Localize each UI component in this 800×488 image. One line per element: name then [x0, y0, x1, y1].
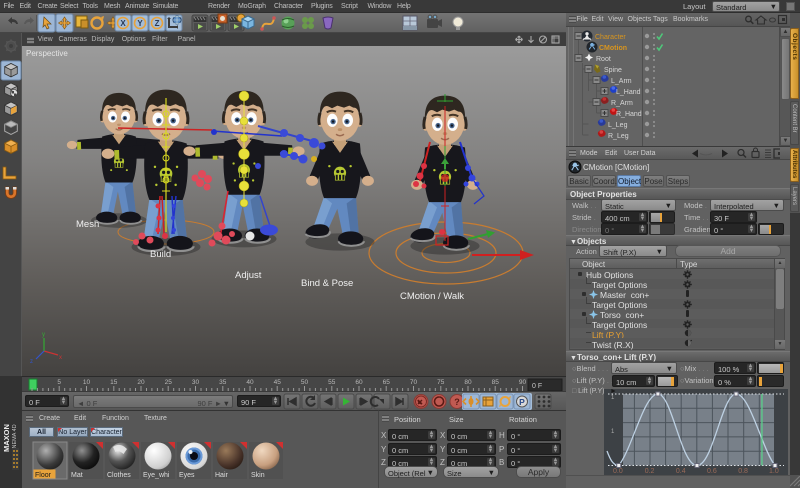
svg-text:R_Leg: R_Leg	[608, 133, 629, 140]
svg-text:0.8: 0.8	[738, 468, 748, 475]
svg-text:Character: Character	[595, 34, 626, 41]
svg-text:P: P	[519, 397, 525, 407]
svg-text:Y: Y	[137, 19, 143, 28]
svg-text:Build: Build	[150, 249, 171, 260]
svg-text:0.4: 0.4	[676, 468, 686, 475]
svg-text:5: 5	[57, 379, 61, 386]
svg-text:20: 20	[137, 379, 145, 386]
svg-text:60: 60	[355, 379, 363, 386]
svg-text:L_Arm: L_Arm	[611, 78, 632, 85]
svg-text:90: 90	[519, 379, 527, 386]
svg-text:x: x	[59, 355, 62, 361]
svg-text:30: 30	[192, 379, 200, 386]
svg-text:40: 40	[246, 379, 254, 386]
svg-text:Eyes: Eyes	[179, 472, 195, 479]
svg-text:Hair: Hair	[215, 472, 229, 479]
svg-text:MAXON: MAXON	[2, 424, 11, 452]
svg-text:Perspective: Perspective	[26, 49, 68, 58]
svg-text:0.2: 0.2	[645, 468, 655, 475]
svg-text:Adjust: Adjust	[235, 270, 262, 281]
svg-text:Spine: Spine	[604, 67, 622, 74]
svg-text:Root: Root	[596, 56, 611, 63]
svg-text:Skin: Skin	[251, 472, 265, 479]
svg-text:25: 25	[165, 379, 173, 386]
svg-text:R_Hand: R_Hand	[616, 111, 642, 118]
svg-text:CMotion: CMotion	[599, 45, 627, 52]
svg-text:50: 50	[301, 379, 309, 386]
svg-text:0.6: 0.6	[707, 468, 717, 475]
svg-text:Mat: Mat	[71, 472, 83, 479]
svg-text:80: 80	[464, 379, 472, 386]
svg-text:35: 35	[219, 379, 227, 386]
svg-text:1.0: 1.0	[769, 468, 779, 475]
svg-text:L_Hand: L_Hand	[616, 89, 641, 96]
svg-text:y: y	[42, 332, 45, 338]
svg-text:Clothes: Clothes	[107, 472, 131, 479]
svg-text:15: 15	[110, 379, 118, 386]
svg-text:0 F: 0 F	[532, 383, 542, 390]
svg-text:CMotion / Walk: CMotion / Walk	[400, 291, 464, 302]
svg-text:Eye_whi: Eye_whi	[143, 472, 170, 479]
svg-text:R_Arm: R_Arm	[611, 100, 633, 107]
svg-text:Z: Z	[155, 19, 160, 28]
svg-text:Floor: Floor	[35, 472, 52, 479]
svg-text:55: 55	[328, 379, 336, 386]
svg-text:Mesh: Mesh	[76, 219, 99, 230]
svg-text:65: 65	[383, 379, 391, 386]
svg-text:z: z	[30, 359, 33, 365]
svg-text:45: 45	[274, 379, 282, 386]
svg-text:L_Leg: L_Leg	[608, 122, 628, 129]
svg-text:Bind & Pose: Bind & Pose	[301, 278, 353, 289]
svg-text:X: X	[120, 19, 126, 28]
svg-text:70: 70	[410, 379, 418, 386]
svg-text:?: ?	[454, 397, 460, 407]
svg-text:75: 75	[437, 379, 445, 386]
svg-text:85: 85	[492, 379, 500, 386]
svg-text:0.0: 0.0	[613, 468, 623, 475]
svg-text:10: 10	[83, 379, 91, 386]
